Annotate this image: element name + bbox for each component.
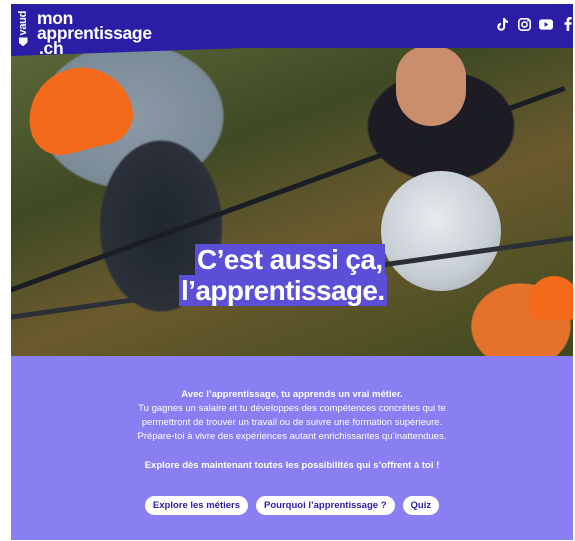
- site-logo: mon apprentissage .ch: [37, 9, 152, 58]
- cta-buttons: Explore les métiers Pourquoi l’apprentis…: [11, 496, 573, 515]
- intro-panel: Avec l’apprentissage, tu apprends un vra…: [11, 356, 573, 540]
- orange-helmet-small: [529, 276, 573, 320]
- cable-pulley: [381, 171, 501, 291]
- intro-line: Tu gagnes un salaire et tu développes de…: [138, 403, 446, 414]
- explore-text: Explore dès maintenant toutes les possib…: [144, 460, 440, 471]
- site-header: vaud mon apprentissage .ch: [11, 4, 573, 57]
- pourquoi-apprentissage-button[interactable]: Pourquoi l’apprentissage ?: [256, 496, 395, 515]
- explore-metiers-button[interactable]: Explore les métiers: [144, 496, 249, 515]
- intro-lead: Avec l’apprentissage, tu apprends un vra…: [181, 389, 403, 400]
- hero-headline: C’est aussi ça, l’apprentissage.: [179, 244, 387, 306]
- brand-logo-link[interactable]: vaud mon apprentissage .ch: [14, 9, 152, 58]
- orange-helmet: [18, 56, 140, 162]
- intro-line: Prépare-toi à vivre des expériences auta…: [137, 431, 447, 442]
- hero-photo: C’est aussi ça, l’apprentissage.: [11, 36, 573, 356]
- intro-text: Avec l’apprentissage, tu apprends un vra…: [11, 388, 573, 444]
- canton-name: vaud: [17, 11, 29, 36]
- quiz-button[interactable]: Quiz: [402, 496, 440, 515]
- social-links: [495, 17, 573, 31]
- tiktok-icon[interactable]: [495, 17, 509, 31]
- intro-line: permettront de trouver un travail ou de …: [141, 417, 443, 428]
- youtube-icon[interactable]: [539, 17, 553, 31]
- logo-line-3: .ch: [39, 38, 64, 58]
- page: C’est aussi ça, l’apprentissage. vaud mo…: [11, 4, 573, 540]
- facebook-icon[interactable]: [561, 17, 573, 31]
- headline-line-2: l’apprentissage.: [179, 275, 387, 306]
- canton-vaud-logo: vaud: [14, 11, 32, 55]
- shield-icon: [18, 37, 28, 47]
- apprentice-face: [396, 46, 466, 126]
- instagram-icon[interactable]: [517, 17, 531, 31]
- headline-line-1: C’est aussi ça,: [195, 244, 385, 275]
